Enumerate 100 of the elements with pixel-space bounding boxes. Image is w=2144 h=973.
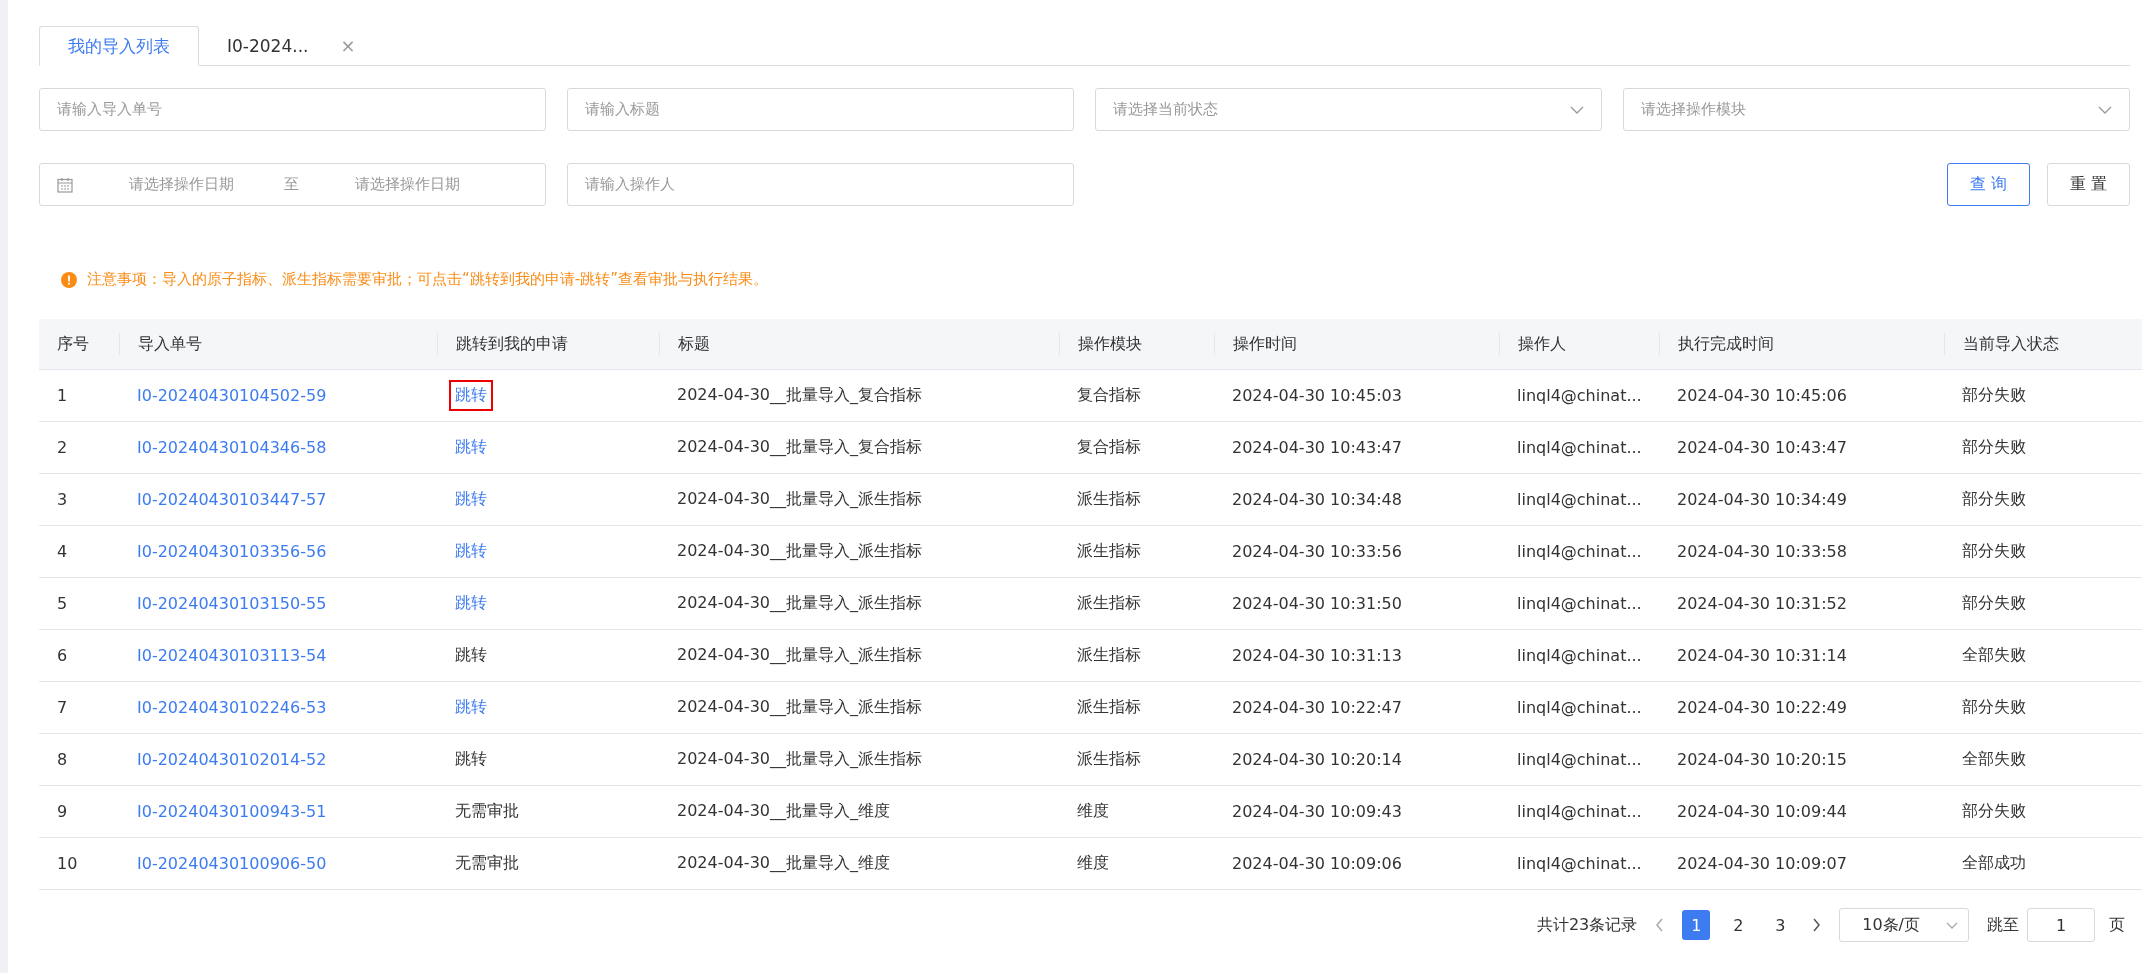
table-cell-text: 无需审批 [454, 800, 520, 822]
column-header: 操作模块 [1059, 333, 1142, 355]
jump-link[interactable]: 跳转 [449, 432, 493, 463]
table-cell: linql4@chinat... [1517, 542, 1642, 561]
table-cell-text: 跳转 [454, 644, 488, 666]
table-cell: 全部成功 [1962, 853, 2026, 872]
table-cell: 2024-04-30__批量导入_派生指标 [677, 489, 922, 508]
table-cell: 3 [57, 490, 68, 509]
import-number-link[interactable]: I0-20240430102014-52 [137, 750, 327, 769]
page-input[interactable]: 1 [2027, 908, 2095, 942]
jump-link[interactable]: 跳转 [449, 588, 493, 619]
table-cell: 部分失败 [1962, 801, 2026, 820]
warning-icon [61, 271, 77, 288]
table-cell: 8 [57, 750, 68, 769]
table-cell: 2024-04-30 10:33:58 [1677, 542, 1847, 561]
import-number-link[interactable]: I0-20240430100906-50 [137, 854, 327, 873]
table-cell: 复合指标 [1077, 437, 1141, 456]
tab[interactable]: 我的导入列表 [39, 26, 199, 66]
table-cell: 维度 [1077, 801, 1109, 820]
table-cell: 2024-04-30 10:34:49 [1677, 490, 1847, 509]
table-cell: 2024-04-30__批量导入_派生指标 [677, 749, 922, 768]
column-header: 操作人 [1499, 333, 1566, 355]
table-cell: 全部失败 [1962, 749, 2026, 768]
import-number-link[interactable]: I0-20240430104346-58 [137, 438, 327, 457]
column-header: 操作时间 [1214, 333, 1297, 355]
calendar-icon [57, 176, 73, 193]
reset-button[interactable]: 重 置 [2047, 163, 2130, 206]
import-number-link[interactable]: I0-20240430100943-51 [137, 802, 327, 821]
table-cell: linql4@chinat... [1517, 854, 1642, 873]
notice-text: 注意事项：导入的原子指标、派生指标需要审批；可点击“跳转到我的申请-跳转”查看审批与执行结果。 [87, 270, 768, 289]
jump-link[interactable]: 跳转 [449, 380, 493, 411]
table-cell: 2024-04-30__批量导入_派生指标 [677, 541, 922, 560]
table-cell: 2024-04-30 10:43:47 [1232, 438, 1402, 457]
table-cell: 2024-04-30__批量导入_复合指标 [677, 385, 922, 404]
table-cell: 2024-04-30__批量导入_派生指标 [677, 645, 922, 664]
table-cell: 部分失败 [1962, 437, 2026, 456]
jump-link[interactable]: 跳转 [449, 692, 493, 723]
select-field[interactable]: 请选择当前状态 [1095, 88, 1602, 131]
table-cell: 2024-04-30 10:45:06 [1677, 386, 1847, 405]
table-cell: 2 [57, 438, 68, 457]
table-cell: 部分失败 [1962, 385, 2026, 404]
table-cell: linql4@chinat... [1517, 490, 1642, 509]
column-header: 执行完成时间 [1659, 333, 1774, 355]
select-field[interactable]: 请选择操作模块 [1623, 88, 2130, 131]
table-cell: 10 [57, 854, 78, 873]
table-cell-text: 无需审批 [454, 852, 520, 874]
table-cell: linql4@chinat... [1517, 646, 1642, 665]
table-cell: 7 [57, 698, 68, 717]
table-cell: 2024-04-30 10:09:43 [1232, 802, 1402, 821]
table-cell: 2024-04-30 10:31:13 [1232, 646, 1402, 665]
date-range-field[interactable]: 请选择操作日期 至 请选择操作日期 [39, 163, 546, 206]
close-icon[interactable]: × [340, 35, 356, 56]
table-cell: 2024-04-30__批量导入_派生指标 [677, 697, 922, 716]
table-cell: 2024-04-30__批量导入_维度 [677, 801, 890, 820]
import-number-link[interactable]: I0-20240430103150-55 [137, 594, 327, 613]
table-cell: 2024-04-30 10:43:47 [1677, 438, 1847, 457]
table-cell: linql4@chinat... [1517, 802, 1642, 821]
import-number-link[interactable]: I0-20240430103113-54 [137, 646, 327, 665]
table-cell: 派生指标 [1077, 697, 1141, 716]
table-cell: 部分失败 [1962, 541, 2026, 560]
page-button[interactable]: 1 [1682, 910, 1711, 940]
column-header: 标题 [659, 333, 710, 355]
tab[interactable]: I0-2024... × [199, 26, 384, 66]
search-button[interactable]: 查 询 [1947, 163, 2030, 206]
import-number-link[interactable]: I0-20240430102246-53 [137, 698, 327, 717]
table-cell: 部分失败 [1962, 593, 2026, 612]
chevron-down-icon [1946, 921, 1958, 929]
table-cell: 部分失败 [1962, 489, 2026, 508]
chevron-down-icon [1570, 105, 1584, 114]
page-unit: 页 [2109, 914, 2125, 936]
table-cell: 5 [57, 594, 68, 613]
page-size-select[interactable]: 10条/页 [1839, 908, 1969, 942]
table-cell: 2024-04-30 10:20:15 [1677, 750, 1847, 769]
table-cell: 2024-04-30 10:09:07 [1677, 854, 1847, 873]
import-number-link[interactable]: I0-20240430104502-59 [137, 386, 327, 405]
jump-link[interactable]: 跳转 [449, 484, 493, 515]
table-cell: 2024-04-30 10:31:14 [1677, 646, 1847, 665]
input-field[interactable]: 请输入操作人 [567, 163, 1074, 206]
input-field[interactable]: 请输入导入单号 [39, 88, 546, 131]
column-header: 导入单号 [119, 333, 202, 355]
table-cell: linql4@chinat... [1517, 750, 1642, 769]
input-field[interactable]: 请输入标题 [567, 88, 1074, 131]
table-cell: 2024-04-30__批量导入_维度 [677, 853, 890, 872]
table-cell: 复合指标 [1077, 385, 1141, 404]
table-cell: 派生指标 [1077, 541, 1141, 560]
table-cell: 1 [57, 386, 68, 405]
column-header: 当前导入状态 [1944, 333, 2059, 355]
table-cell: 2024-04-30__批量导入_派生指标 [677, 593, 922, 612]
total-count: 共计23条记录 [1536, 914, 1638, 936]
table-cell: 2024-04-30 10:31:50 [1232, 594, 1402, 613]
table-cell: 2024-04-30__批量导入_复合指标 [677, 437, 922, 456]
chevron-right-icon[interactable] [1812, 918, 1822, 932]
import-number-link[interactable]: I0-20240430103356-56 [137, 542, 327, 561]
table-cell: 派生指标 [1077, 593, 1141, 612]
table-cell: 9 [57, 802, 68, 821]
table-cell: 6 [57, 646, 68, 665]
table-cell: 4 [57, 542, 68, 561]
table-cell: 2024-04-30 10:22:47 [1232, 698, 1402, 717]
import-number-link[interactable]: I0-20240430103447-57 [137, 490, 327, 509]
jump-link[interactable]: 跳转 [449, 536, 493, 567]
